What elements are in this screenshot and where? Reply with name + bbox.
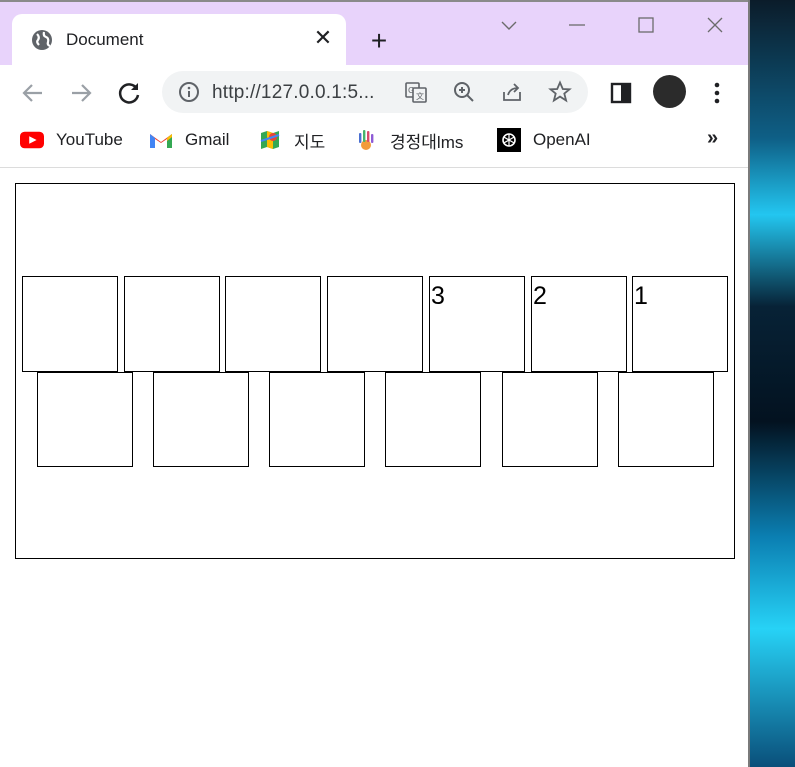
url-text[interactable]: http://127.0.0.1:5...	[212, 82, 375, 104]
bottom-box	[37, 372, 133, 467]
tab-close-icon[interactable]: ✕	[312, 27, 334, 49]
browser-tab[interactable]: Document ✕	[12, 14, 346, 67]
bookmark-openai[interactable]: OpenAI	[497, 128, 591, 152]
share-icon[interactable]	[500, 80, 524, 104]
address-bar[interactable]: http://127.0.0.1:5... 文G	[162, 71, 588, 113]
youtube-icon	[20, 129, 44, 151]
star-icon[interactable]	[548, 80, 572, 104]
tab-title: Document	[66, 30, 144, 49]
bottom-box	[153, 372, 249, 467]
browser-window: Document ✕ + http://127.0.0.1:5... 文G Yo…	[0, 0, 750, 767]
gmail-icon	[149, 129, 173, 151]
bookmark-label: Gmail	[185, 130, 230, 149]
more-bookmarks-icon[interactable]: »	[707, 127, 718, 150]
top-box: 1	[632, 276, 728, 372]
forward-arrow-icon[interactable]	[66, 78, 96, 108]
translate-icon[interactable]: 文G	[404, 80, 428, 104]
box-label: 1	[634, 282, 648, 310]
new-tab-plus-icon[interactable]: +	[366, 27, 392, 55]
openai-icon	[497, 128, 521, 152]
bottom-box	[269, 372, 365, 467]
more-menu-icon[interactable]	[702, 78, 732, 108]
bookmark-lms[interactable]: 경정대lms	[354, 129, 464, 152]
bottom-box	[502, 372, 598, 467]
side-panel-icon[interactable]	[606, 78, 636, 108]
navigation-toolbar: http://127.0.0.1:5... 文G	[0, 65, 748, 119]
back-arrow-icon[interactable]	[18, 78, 48, 108]
box-container: 3 2 1	[15, 183, 735, 559]
bottom-box	[385, 372, 481, 467]
zoom-icon[interactable]	[452, 80, 476, 104]
chevron-down-icon[interactable]	[489, 12, 529, 40]
profile-avatar[interactable]	[653, 75, 686, 108]
bookmarks-bar: YouTube Gmail 지도 경정대lms OpenAI »	[0, 119, 748, 168]
top-box	[22, 276, 118, 372]
top-box: 3	[429, 276, 525, 372]
window-close-icon[interactable]	[695, 12, 735, 40]
page-content: 3 2 1	[0, 168, 748, 767]
bookmark-label: OpenAI	[533, 130, 591, 149]
globe-icon	[32, 30, 52, 50]
bottom-box	[618, 372, 714, 467]
reload-icon[interactable]	[114, 78, 144, 108]
lms-icon	[354, 129, 378, 151]
box-label: 2	[533, 282, 547, 310]
bookmark-label: 경정대lms	[390, 132, 464, 152]
bookmark-maps[interactable]: 지도	[258, 129, 326, 152]
title-bar: Document ✕ +	[0, 0, 748, 67]
bookmark-label: YouTube	[56, 130, 123, 149]
maximize-icon[interactable]	[626, 12, 666, 40]
box-label: 3	[431, 282, 445, 310]
bookmark-gmail[interactable]: Gmail	[149, 129, 229, 151]
top-box	[124, 276, 220, 372]
bookmark-youtube[interactable]: YouTube	[20, 129, 123, 151]
svg-text:G: G	[408, 86, 414, 95]
desktop-background	[750, 0, 795, 767]
top-box	[225, 276, 321, 372]
top-box	[327, 276, 423, 372]
top-box: 2	[531, 276, 627, 372]
minimize-icon[interactable]	[557, 12, 597, 40]
svg-text:文: 文	[416, 91, 424, 101]
maps-icon	[258, 129, 282, 151]
site-info-icon[interactable]	[178, 81, 200, 103]
bookmark-label: 지도	[294, 132, 326, 152]
